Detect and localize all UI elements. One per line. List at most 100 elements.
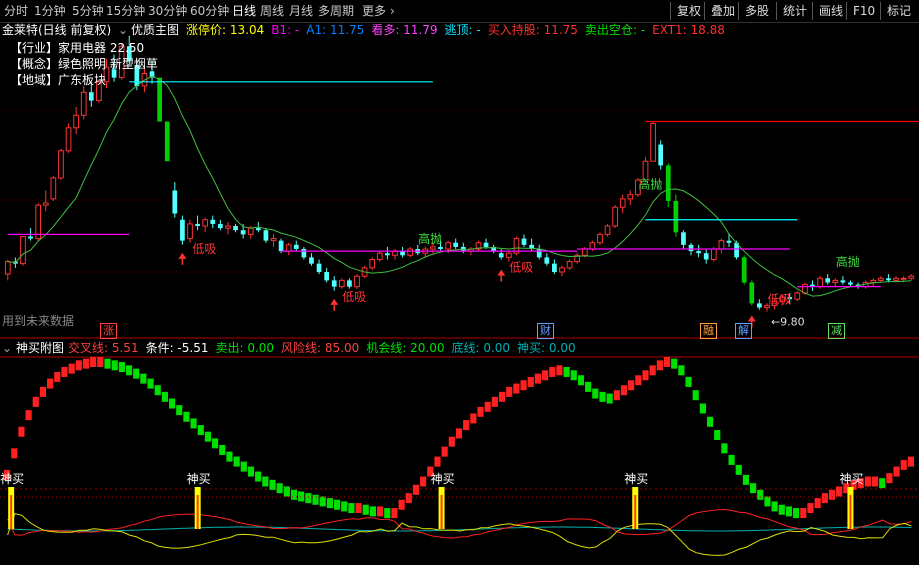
candle (521, 234, 527, 247)
candle (58, 148, 64, 181)
oscillator-bar (183, 411, 190, 422)
candle (202, 217, 209, 233)
period-toolbar: 分时 1分钟 5分钟 15分钟 30分钟 60分钟 日线 周线 月线 多周期 更多 › 复权 叠加 多股 统计… (0, 0, 919, 23)
toolbar-button-1[interactable]: 叠加 (704, 2, 741, 20)
oscillator-bar (828, 489, 836, 500)
grid-lines (0, 21, 919, 490)
candle-body (612, 206, 618, 227)
oscillator-bar (283, 486, 290, 497)
candle-body (886, 278, 891, 281)
oscillator-bar (563, 366, 570, 377)
period-tab-0[interactable]: 分时 (4, 3, 28, 19)
candle-body (225, 225, 231, 229)
main-indicator-3: 看多: 11.79 (371, 23, 438, 37)
candle-body (825, 278, 831, 283)
period-tab-8[interactable]: 月线 (289, 3, 313, 19)
chevron-down-icon[interactable]: ⌄ (118, 22, 128, 38)
toolbar-button-6[interactable]: 标记 (880, 2, 917, 20)
oscillator-bar (448, 436, 455, 447)
candle (673, 194, 679, 237)
oscillator-bar (161, 391, 168, 402)
candle-body (187, 223, 193, 240)
oscillator-bar (864, 476, 871, 487)
oscillator-bar (477, 406, 484, 417)
toolbar-button-4[interactable]: 画线 (812, 2, 849, 20)
candle (225, 221, 231, 235)
candle (665, 163, 671, 208)
candle (316, 259, 322, 275)
candle-body (453, 242, 459, 247)
period-tab-10[interactable]: 更多 (362, 3, 386, 19)
oscillator-bar (585, 381, 592, 392)
sub-chart-name[interactable]: 神买附图 (16, 340, 64, 356)
sub-indicator-3: 风险线: 85.00 (281, 341, 360, 355)
stock-title[interactable]: 金莱特(日线 前复权) (2, 22, 111, 38)
event-marker-0[interactable]: 涨 (100, 323, 117, 339)
period-tab-2[interactable]: 5分钟 (72, 3, 104, 19)
candle (324, 267, 329, 283)
candle (650, 121, 656, 162)
oscillator-bar (391, 508, 398, 519)
period-tab-7[interactable]: 周线 (260, 3, 284, 19)
candle-body (757, 303, 762, 308)
shen-mai-core (10, 495, 13, 529)
candle (65, 123, 72, 153)
sub-chart-header: ⌄ 神买附图 交叉线: 5.51 条件: -5.51 卖出: 0.00 风险线: 85… (0, 340, 919, 356)
period-tab-3[interactable]: 15分钟 (106, 3, 145, 19)
candle-body (536, 249, 542, 258)
candle (400, 246, 405, 258)
candle (233, 223, 238, 233)
toolbar-button-3[interactable]: 统计 (776, 2, 813, 20)
candle-body (877, 277, 884, 281)
candle-body (681, 232, 686, 245)
toolbar-button-5[interactable]: F10 (846, 2, 881, 20)
main-chart-name[interactable]: 优质主图 (131, 22, 179, 38)
cross-line (7, 508, 912, 539)
candle-body (741, 257, 747, 283)
oscillator-bar (836, 486, 843, 497)
candle (172, 182, 178, 218)
candle-body (376, 252, 383, 260)
event-marker-2[interactable]: 融 (700, 323, 717, 339)
industry-line: 【行业】家用电器 22.50 (10, 41, 145, 55)
oscillator-bar (32, 396, 39, 407)
event-marker-4[interactable]: 减 (828, 323, 845, 339)
candle-body (164, 121, 170, 162)
main-indicator-1: B1: - (271, 23, 300, 37)
concept-line: 【概念】绿色照明 新型烟草 (10, 57, 158, 71)
chevron-down-icon[interactable]: ⌄ (2, 340, 12, 356)
candle-body (50, 177, 57, 200)
toolbar-button-0[interactable]: 复权 (670, 2, 707, 20)
period-tab-1[interactable]: 1分钟 (34, 3, 66, 19)
candle-body (581, 248, 588, 256)
event-marker-3[interactable]: 解 (735, 323, 752, 339)
period-tab-9[interactable]: 多周期 (318, 3, 354, 19)
oscillator-bar (369, 506, 377, 517)
candle (354, 274, 360, 289)
indicator-lines (7, 75, 919, 297)
event-marker-1[interactable]: 财 (537, 323, 554, 339)
period-tab-4[interactable]: 30分钟 (148, 3, 187, 19)
period-tab-5[interactable]: 60分钟 (190, 3, 229, 19)
oscillator-bar (742, 474, 750, 485)
candle-body (544, 257, 550, 264)
oscillator-bar (204, 431, 212, 442)
sub-indicator-1: 条件: -5.51 (145, 341, 209, 355)
region-line: 【地域】广东板块 (10, 73, 107, 87)
oscillator-bar (821, 493, 828, 504)
signal-label: 高抛 (638, 177, 662, 192)
oscillator-bar (140, 373, 147, 384)
chevron-right-icon[interactable]: › (390, 3, 395, 19)
candle-body (172, 190, 178, 214)
candle (794, 290, 801, 302)
oscillator-bar (219, 444, 226, 455)
oscillator-bar (750, 483, 757, 494)
main-indicator-0: 涨停价: 13.04 (186, 23, 265, 37)
oscillator-bar (706, 416, 714, 427)
toolbar-button-2[interactable]: 多股 (738, 2, 775, 20)
sub-indicator-6: 神买: 0.00 (517, 341, 576, 355)
period-tab-6[interactable]: 日线 (232, 3, 256, 19)
oscillator-bar (276, 483, 283, 494)
shen-mai-core (634, 495, 637, 529)
shen-mai-label: 神买 (839, 472, 863, 486)
